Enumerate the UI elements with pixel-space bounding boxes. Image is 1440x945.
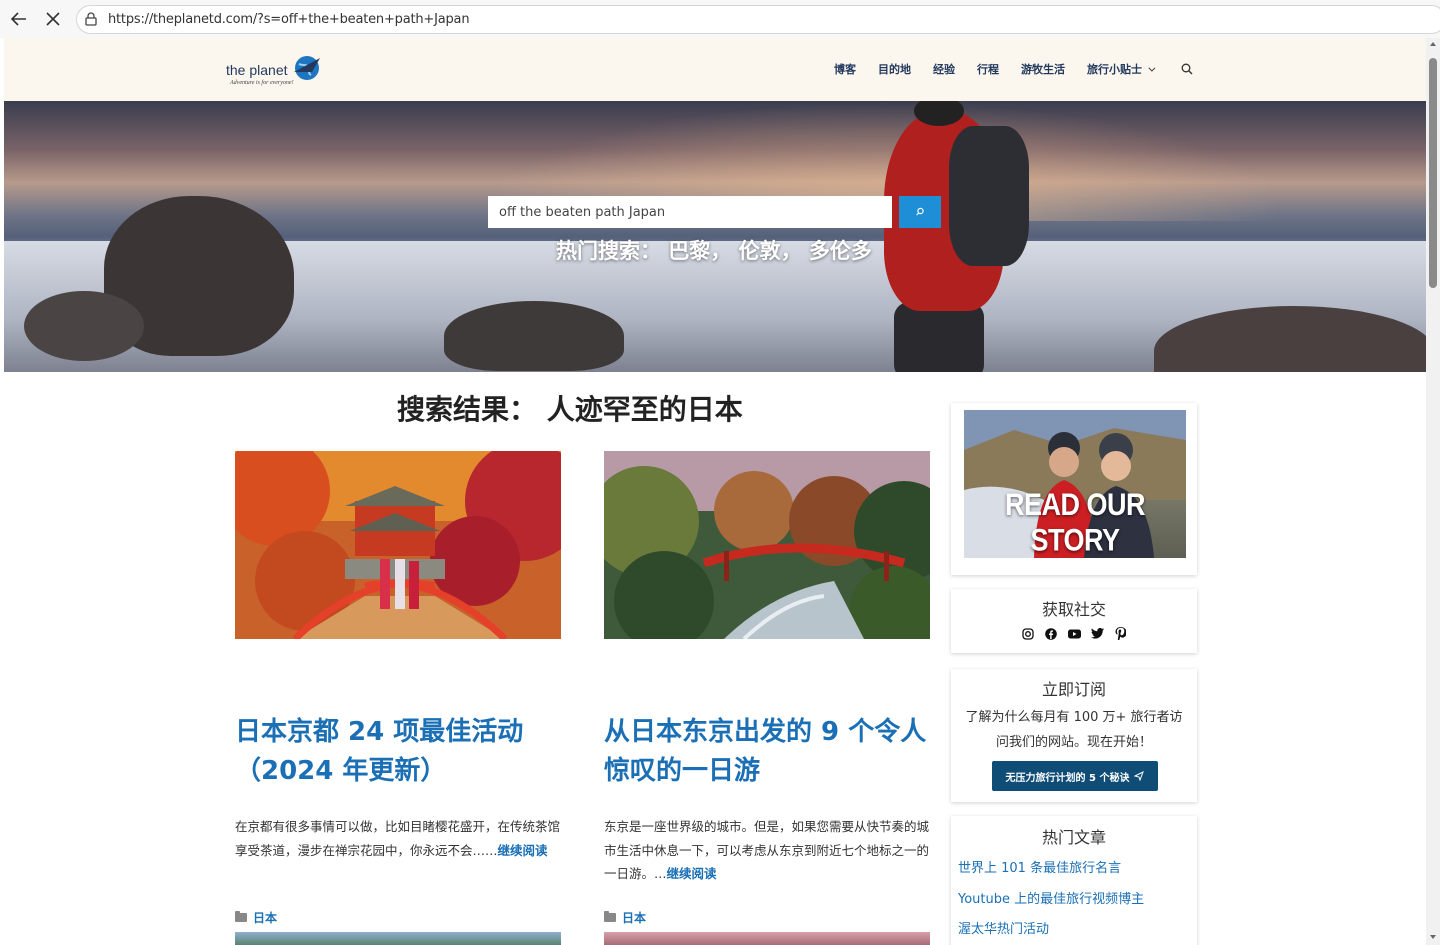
- nav-blog[interactable]: 博客: [834, 61, 856, 77]
- youtube-icon[interactable]: [1067, 627, 1081, 640]
- address-bar[interactable]: https://theplanetd.com/?s=off+the+beaten…: [76, 5, 1440, 34]
- post-title[interactable]: 日本京都 24 项最佳活动（2024 年更新）: [235, 713, 561, 791]
- nav-travel-tips[interactable]: 旅行小贴士: [1087, 61, 1156, 77]
- subscribe-widget: 立即订阅 了解为什么每月有 100 万+ 旅行者访问我们的网站。现在开始！ 无压…: [951, 669, 1197, 802]
- search-input[interactable]: [488, 196, 892, 228]
- send-icon: [1134, 771, 1145, 781]
- scroll-up-arrow[interactable]: [1430, 42, 1436, 46]
- stop-loading-icon[interactable]: [43, 9, 63, 29]
- subscribe-button[interactable]: 无压力旅行计划的 5 个秘诀: [992, 761, 1158, 791]
- subscribe-title: 立即订阅: [1041, 680, 1106, 699]
- category-label: 日本: [622, 911, 647, 925]
- social-title: 获取社交: [1041, 600, 1106, 619]
- scroll-thumb[interactable]: [1429, 58, 1437, 288]
- post-title[interactable]: 从日本东京出发的 9 个令人惊叹的一日游: [604, 713, 930, 791]
- globe-plane-icon: [294, 56, 320, 80]
- about-widget: READ OUR STORY: [951, 403, 1197, 575]
- folder-icon: [235, 911, 247, 922]
- nav-destinations[interactable]: 目的地: [878, 61, 911, 77]
- vertical-scrollbar[interactable]: [1426, 38, 1440, 945]
- post-card: [604, 451, 930, 639]
- post-category[interactable]: 日本: [235, 909, 277, 926]
- read-more-link[interactable]: 继续阅读: [498, 843, 548, 858]
- nav-experiences[interactable]: 经验: [933, 61, 955, 77]
- hiker-legs: [894, 301, 984, 372]
- read-more-link[interactable]: 继续阅读: [667, 866, 717, 881]
- search-icon[interactable]: [1181, 63, 1193, 75]
- social-widget: 获取社交: [951, 589, 1197, 653]
- url-text: https://theplanetd.com/?s=off+the+beaten…: [108, 12, 470, 27]
- search-results-title: 搜索结果： 人迹罕至的日本: [397, 393, 743, 426]
- rock: [444, 301, 624, 371]
- post-thumbnail[interactable]: [235, 932, 561, 945]
- post-excerpt-text: 东京是一座世界级的城市。但是，如果您需要从快节奏的城市生活中休息一下，可以考虑从…: [604, 819, 930, 881]
- logo-text: the planet: [226, 62, 288, 78]
- nav-nomad-life[interactable]: 游牧生活: [1021, 61, 1065, 77]
- popular-searches: 热门搜索： 巴黎， 伦敦， 多伦多: [556, 239, 872, 263]
- logo-tagline: Adventure is for everyone!: [230, 80, 294, 86]
- post-card: [235, 451, 561, 639]
- category-label: 日本: [253, 911, 278, 925]
- twitter-icon[interactable]: [1090, 627, 1104, 640]
- search-submit-button[interactable]: [899, 196, 941, 228]
- nav-travel-tips-label: 旅行小贴士: [1087, 63, 1142, 76]
- facebook-icon[interactable]: [1045, 627, 1058, 640]
- post-excerpt: 在京都有很多事情可以做，比如目睹樱花盛开，在传统茶馆享受茶道，漫步在禅宗花园中，…: [235, 815, 561, 862]
- post-thumbnail[interactable]: [604, 932, 930, 945]
- main-navigation: 博客 目的地 经验 行程 游牧生活 旅行小贴士: [834, 61, 1175, 77]
- page-viewport: the planet Adventure is for everyone! 博客…: [4, 38, 1426, 945]
- subscribe-button-label: 无压力旅行计划的 5 个秘诀: [1005, 772, 1130, 784]
- pinterest-icon[interactable]: [1114, 627, 1127, 640]
- chevron-down-icon: [1148, 64, 1156, 72]
- folder-icon: [604, 911, 616, 922]
- popular-post-link[interactable]: 渥太华热门活动: [958, 918, 1049, 937]
- hero-banner: 热门搜索： 巴黎， 伦敦， 多伦多: [4, 101, 1426, 372]
- rock: [24, 291, 144, 361]
- back-arrow-icon[interactable]: [9, 9, 29, 29]
- browser-toolbar: https://theplanetd.com/?s=off+the+beaten…: [0, 0, 1440, 38]
- social-icons: [951, 627, 1197, 640]
- post-thumbnail-kyoto[interactable]: [235, 451, 561, 639]
- site-logo[interactable]: the planet Adventure is for everyone!: [226, 52, 326, 92]
- lock-icon: [85, 12, 97, 26]
- read-our-story-image[interactable]: READ OUR STORY: [964, 410, 1186, 558]
- read-our-story-label: READ OUR STORY: [1004, 487, 1146, 558]
- post-excerpt: 东京是一座世界级的城市。但是，如果您需要从快节奏的城市生活中休息一下，可以考虑从…: [604, 815, 930, 886]
- hiker-backpack: [949, 126, 1029, 266]
- post-thumbnail-tokyo-daytrip[interactable]: [604, 451, 930, 639]
- instagram-icon[interactable]: [1022, 627, 1035, 640]
- site-header: the planet Adventure is for everyone! 博客…: [4, 38, 1426, 101]
- popular-post-link[interactable]: 世界上 101 条最佳旅行名言: [958, 857, 1121, 876]
- search-icon: [916, 207, 924, 216]
- popular-posts-widget: 热门文章 世界上 101 条最佳旅行名言 Youtube 上的最佳旅行视频博主 …: [951, 816, 1197, 945]
- popular-posts-title: 热门文章: [1041, 828, 1106, 847]
- scroll-down-arrow[interactable]: [1430, 935, 1436, 939]
- post-category[interactable]: 日本: [604, 909, 646, 926]
- popular-post-link[interactable]: Youtube 上的最佳旅行视频博主: [958, 888, 1144, 907]
- nav-itineraries[interactable]: 行程: [977, 61, 999, 77]
- subscribe-description: 了解为什么每月有 100 万+ 旅行者访问我们的网站。现在开始！: [965, 710, 1183, 750]
